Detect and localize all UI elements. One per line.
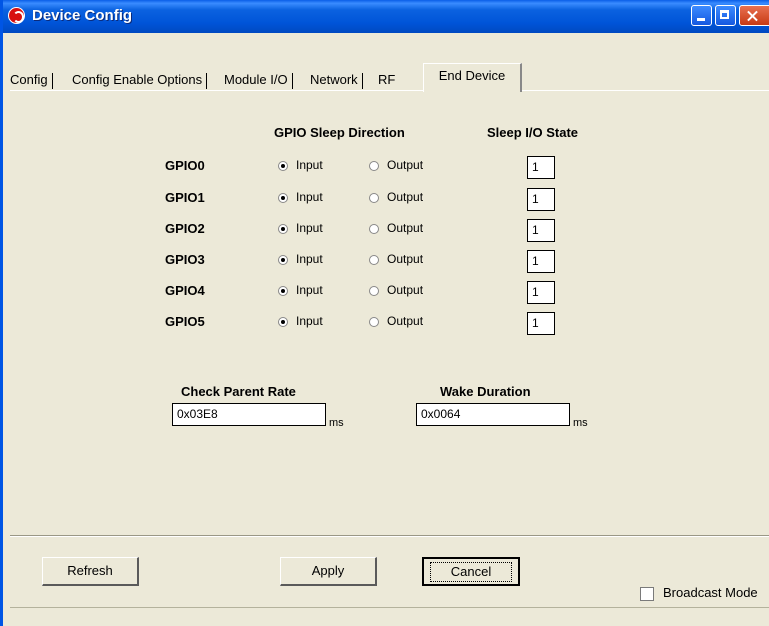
radio-label: Input (296, 190, 323, 204)
gpio2-input-radio[interactable]: Input (278, 221, 323, 235)
tab-module-io[interactable]: Module I/O (224, 69, 293, 91)
radio-empty-icon (369, 192, 379, 203)
radio-label: Input (296, 158, 323, 172)
gpio3-input-radio[interactable]: Input (278, 252, 323, 266)
radio-label: Input (296, 221, 323, 235)
refresh-button[interactable]: Refresh (42, 557, 139, 586)
footer-divider-highlight (10, 536, 769, 537)
radio-label: Output (387, 190, 424, 204)
tab-panel-border (10, 90, 769, 91)
tab-rf[interactable]: RF (378, 69, 395, 91)
gpio-label: GPIO4 (165, 283, 205, 298)
gpio-label: GPIO5 (165, 314, 205, 329)
minimize-icon[interactable] (691, 5, 712, 26)
broadcast-mode-label: Broadcast Mode (663, 585, 758, 600)
tab-label: RF (378, 72, 396, 87)
radio-label: Output (387, 158, 424, 172)
radio-empty-icon (369, 285, 379, 296)
gpio-label: GPIO2 (165, 221, 205, 236)
apply-button[interactable]: Apply (280, 557, 377, 586)
radio-empty-icon (369, 316, 379, 327)
radio-selected-icon (278, 223, 288, 234)
wake-duration-input[interactable]: 0x0064 (416, 403, 570, 426)
radio-label: Output (387, 252, 424, 266)
radio-selected-icon (278, 316, 288, 327)
radio-label: Output (387, 221, 424, 235)
gpio4-output-radio[interactable]: Output (369, 283, 423, 297)
gpio1-output-radio[interactable]: Output (369, 190, 423, 204)
maximize-icon[interactable] (715, 5, 736, 26)
gpio1-state-field[interactable]: 1 (527, 188, 555, 211)
tab-label: Config Enable Options (72, 72, 203, 87)
window-title: Device Config (32, 7, 133, 24)
check-parent-rate-label: Check Parent Rate (181, 384, 296, 399)
gpio2-output-radio[interactable]: Output (369, 221, 423, 235)
check-parent-rate-unit: ms (329, 417, 344, 429)
radio-label: Output (387, 283, 424, 297)
gpio5-state-field[interactable]: 1 (527, 312, 555, 335)
sleep-state-header: Sleep I/O State (487, 125, 579, 140)
radio-selected-icon (278, 160, 288, 171)
radio-empty-icon (369, 254, 379, 265)
radio-label: Input (296, 314, 323, 328)
gpio0-state-field[interactable]: 1 (527, 156, 555, 179)
tab-label: Module I/O (224, 72, 288, 87)
gpio4-input-radio[interactable]: Input (278, 283, 323, 297)
gpio0-output-radio[interactable]: Output (369, 158, 423, 172)
status-bar-divider (10, 607, 769, 608)
gpio1-input-radio[interactable]: Input (278, 190, 323, 204)
tab-network[interactable]: Network (310, 69, 363, 91)
tab-label: Network (310, 72, 358, 87)
app-logo-icon (8, 7, 25, 24)
broadcast-mode-checkbox[interactable] (640, 587, 654, 601)
gpio3-output-radio[interactable]: Output (369, 252, 423, 266)
radio-selected-icon (278, 192, 288, 203)
cancel-button-label: Cancel (429, 562, 513, 582)
wake-duration-label: Wake Duration (440, 384, 531, 399)
radio-empty-icon (369, 223, 379, 234)
check-parent-rate-input[interactable]: 0x03E8 (172, 403, 326, 426)
close-icon[interactable] (739, 5, 769, 26)
radio-selected-icon (278, 254, 288, 265)
gpio2-state-field[interactable]: 1 (527, 219, 555, 242)
radio-selected-icon (278, 285, 288, 296)
gpio-label: GPIO1 (165, 190, 205, 205)
radio-empty-icon (369, 160, 379, 171)
radio-label: Input (296, 252, 323, 266)
gpio5-input-radio[interactable]: Input (278, 314, 323, 328)
gpio-label: GPIO3 (165, 252, 205, 267)
device-config-window: Device Config Config Config Enable Optio… (0, 0, 769, 626)
tab-config[interactable]: Config (10, 69, 53, 91)
tab-config-enable-options[interactable]: Config Enable Options (72, 69, 208, 91)
tab-label: Config (10, 72, 48, 87)
gpio-direction-header: GPIO Sleep Direction (274, 125, 405, 140)
gpio-label: GPIO0 (165, 158, 205, 173)
radio-label: Output (387, 314, 424, 328)
wake-duration-unit: ms (573, 417, 588, 429)
radio-label: Input (296, 283, 323, 297)
tab-end-device[interactable]: End Device (423, 63, 522, 92)
title-bar[interactable]: Device Config (3, 0, 769, 33)
gpio0-input-radio[interactable]: Input (278, 158, 323, 172)
cancel-button[interactable]: Cancel (422, 557, 520, 586)
gpio3-state-field[interactable]: 1 (527, 250, 555, 273)
gpio5-output-radio[interactable]: Output (369, 314, 423, 328)
gpio4-state-field[interactable]: 1 (527, 281, 555, 304)
